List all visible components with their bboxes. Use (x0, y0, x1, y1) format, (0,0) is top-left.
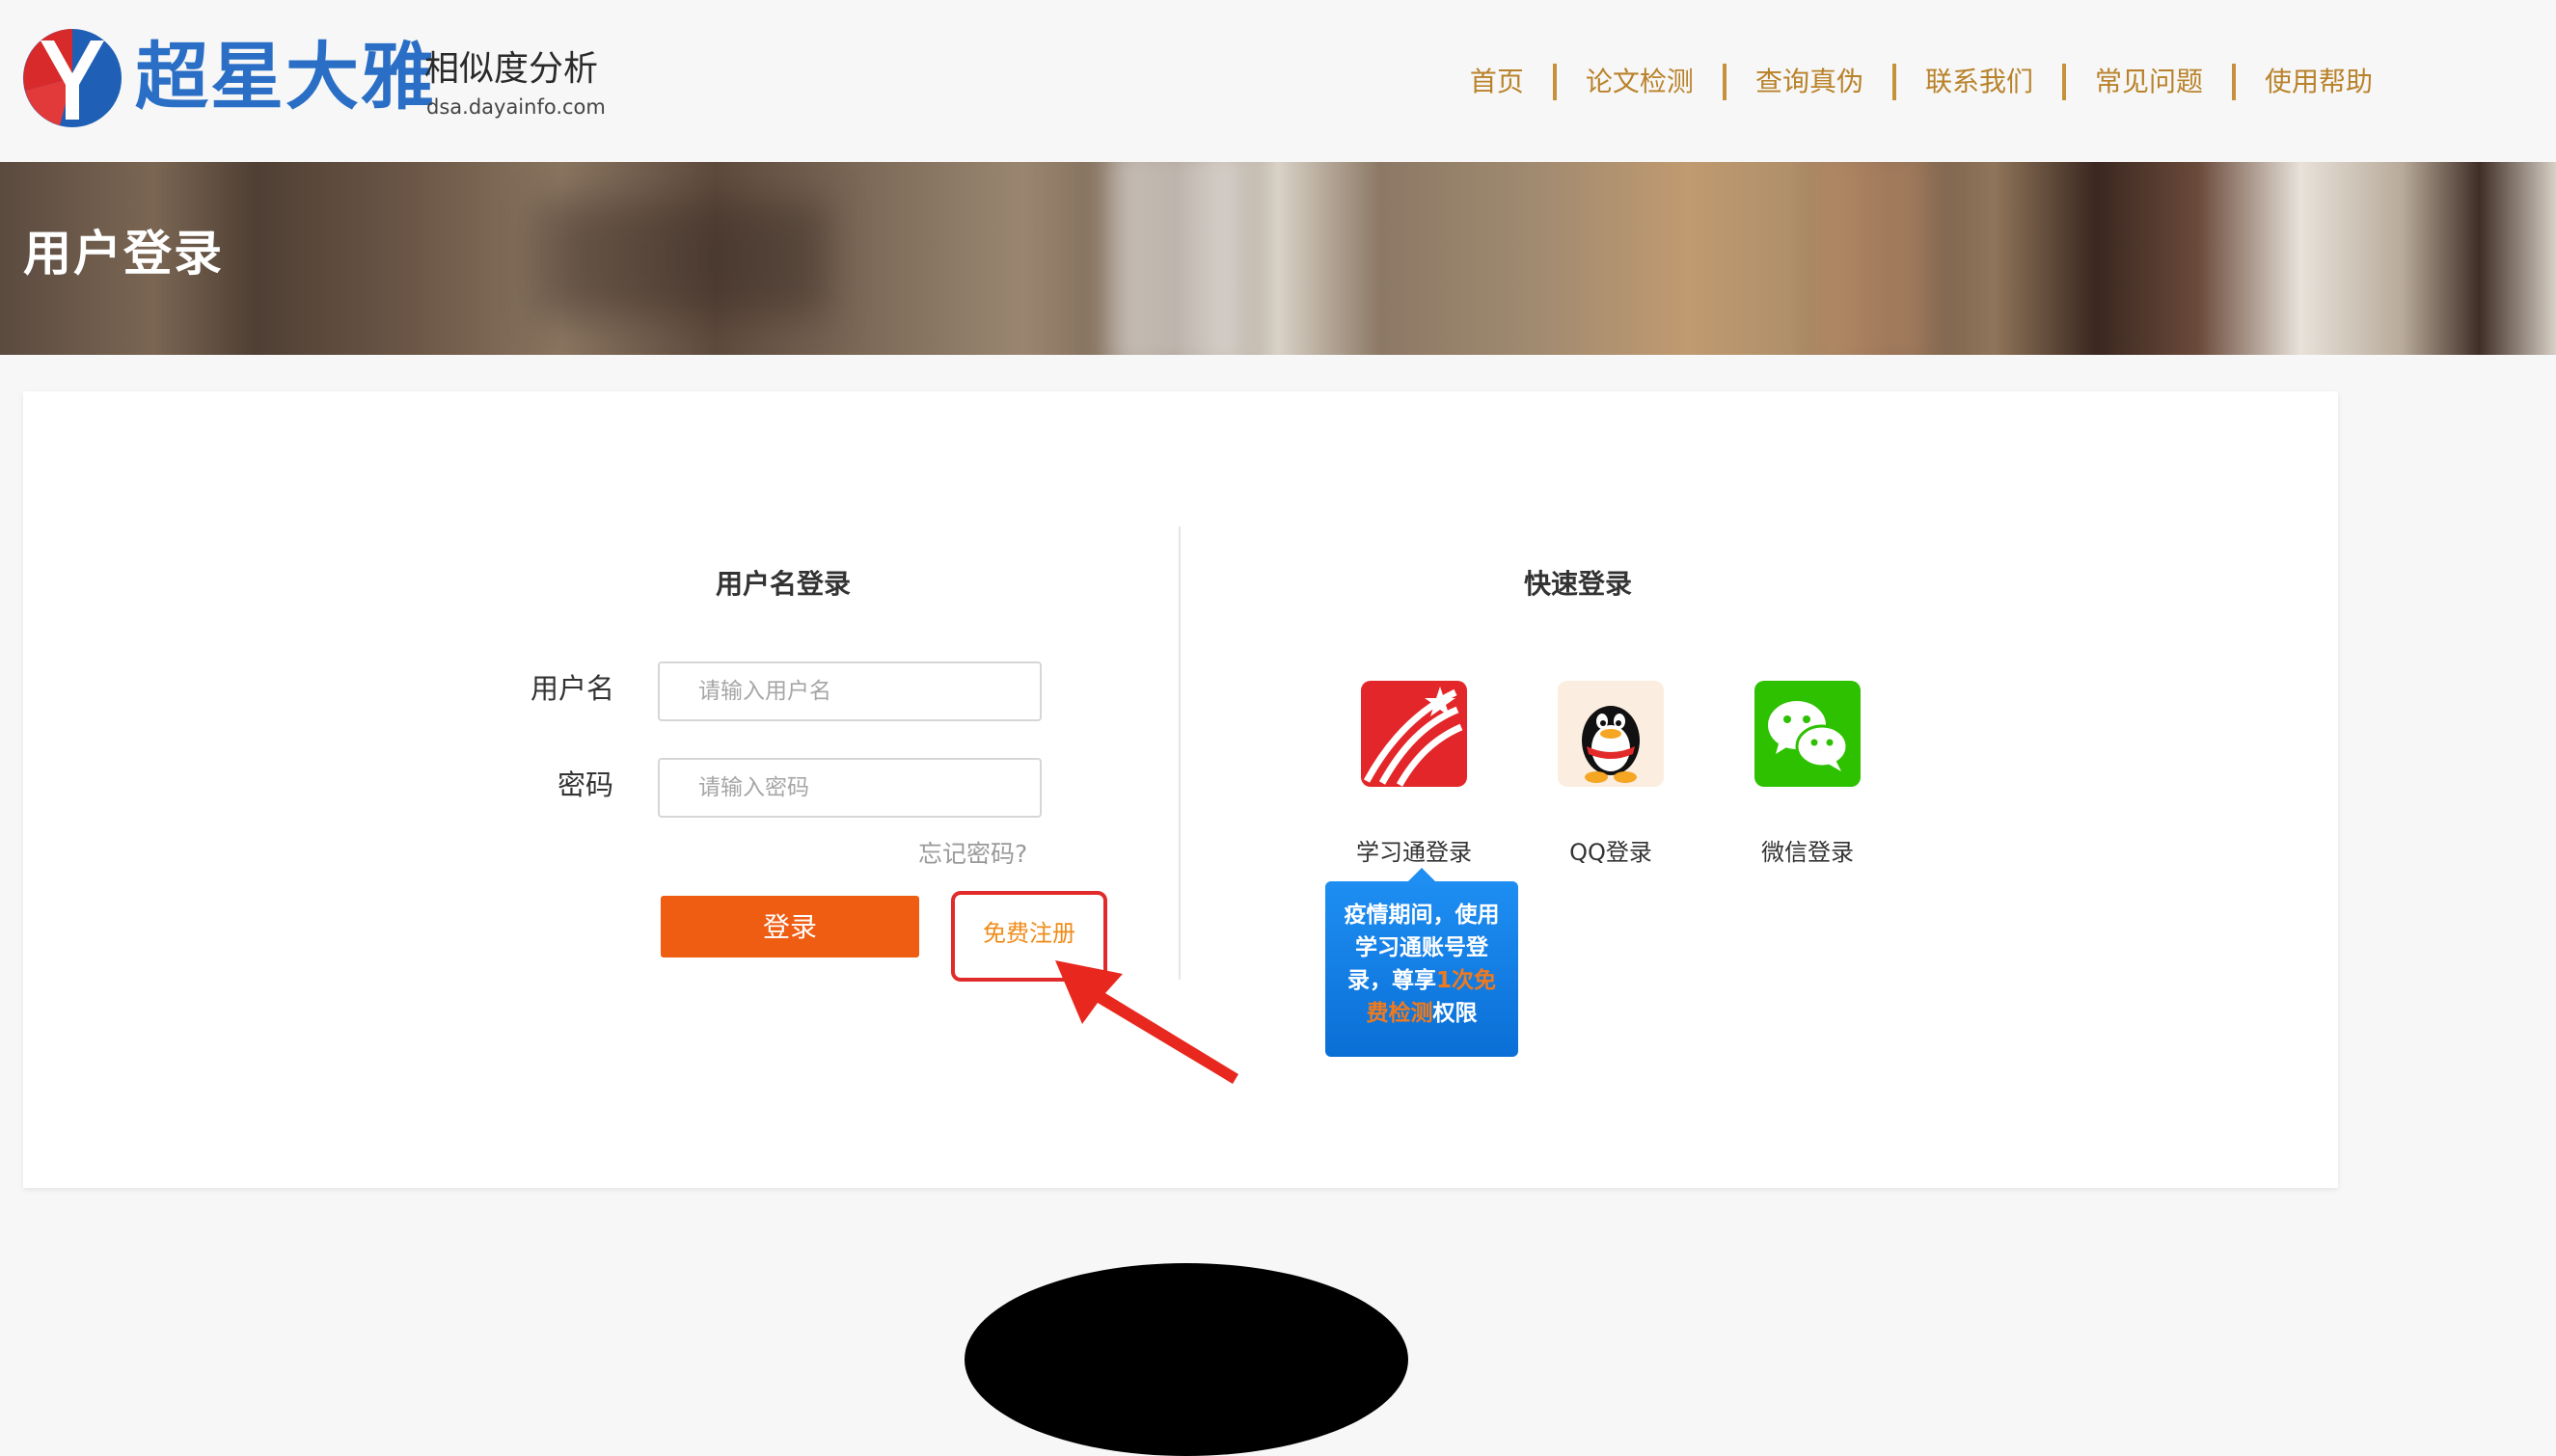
wechat-login-label: 微信登录 (1761, 839, 1854, 866)
page-title: 用户登录 (23, 226, 224, 282)
nav-paper-check[interactable]: 论文检测 (1586, 65, 1694, 99)
section-divider (1179, 526, 1181, 980)
nav-separator (2231, 64, 2236, 100)
page-banner: 用户登录 (0, 162, 2556, 355)
wechat-login[interactable]: 微信登录 (1730, 681, 1885, 866)
nav-contact[interactable]: 联系我们 (1925, 65, 2033, 99)
brand-subtitle: 相似度分析 (424, 49, 599, 89)
banner-texture (1813, 162, 1929, 355)
promo-tooltip: 疫情期间，使用学习通账号登录，尊享1次免费检测权限 (1325, 881, 1518, 1057)
username-label: 用户名 (530, 672, 615, 705)
forgot-password-link[interactable]: 忘记密码? (918, 835, 1027, 870)
nav-separator (1552, 64, 1557, 100)
bottom-decoration (965, 1263, 1408, 1456)
site-logo[interactable]: 超星大雅 相似度分析 dsa.dayainfo.com (21, 27, 619, 133)
annotation-arrow-icon (1055, 960, 1238, 1084)
login-button[interactable]: 登录 (661, 896, 919, 957)
nav-separator (2061, 64, 2066, 100)
login-card: 用户名登录 用户名 密码 忘记密码? 登录 免费注册 快速登录 学习通登录 (23, 391, 2338, 1188)
nav-separator (1891, 64, 1896, 100)
username-input[interactable] (658, 661, 1042, 721)
nav-home[interactable]: 首页 (1470, 65, 1524, 99)
nav-help[interactable]: 使用帮助 (2265, 65, 2373, 99)
banner-texture (540, 201, 829, 316)
tooltip-pointer (1408, 868, 1435, 881)
brand-name: 超星大雅 (135, 34, 436, 120)
nav-verify[interactable]: 查询真伪 (1755, 65, 1863, 99)
brand-domain: dsa.dayainfo.com (426, 95, 606, 119)
banner-texture (1109, 162, 1244, 355)
qq-login-label: QQ登录 (1569, 839, 1652, 866)
password-label: 密码 (557, 768, 614, 801)
quick-login-title: 快速登录 (1524, 568, 1633, 600)
main-nav: 首页 论文检测 查询真伪 联系我们 常见问题 使用帮助 (1470, 64, 2373, 100)
site-header: 超星大雅 相似度分析 dsa.dayainfo.com 首页 论文检测 查询真伪… (0, 0, 2556, 162)
tooltip-text-end: 权限 (1432, 1001, 1478, 1026)
xuexitong-login[interactable]: 学习通登录 (1337, 681, 1491, 866)
xuexitong-icon (1361, 681, 1467, 787)
nav-faq[interactable]: 常见问题 (2095, 65, 2203, 99)
qq-icon (1558, 681, 1664, 787)
password-input[interactable] (658, 758, 1042, 818)
username-login-title: 用户名登录 (716, 568, 852, 600)
wechat-icon (1754, 681, 1861, 787)
logo-mark-icon (23, 29, 122, 127)
xuexitong-login-label: 学习通登录 (1356, 839, 1472, 866)
qq-login[interactable]: QQ登录 (1534, 681, 1688, 866)
nav-separator (1722, 64, 1727, 100)
